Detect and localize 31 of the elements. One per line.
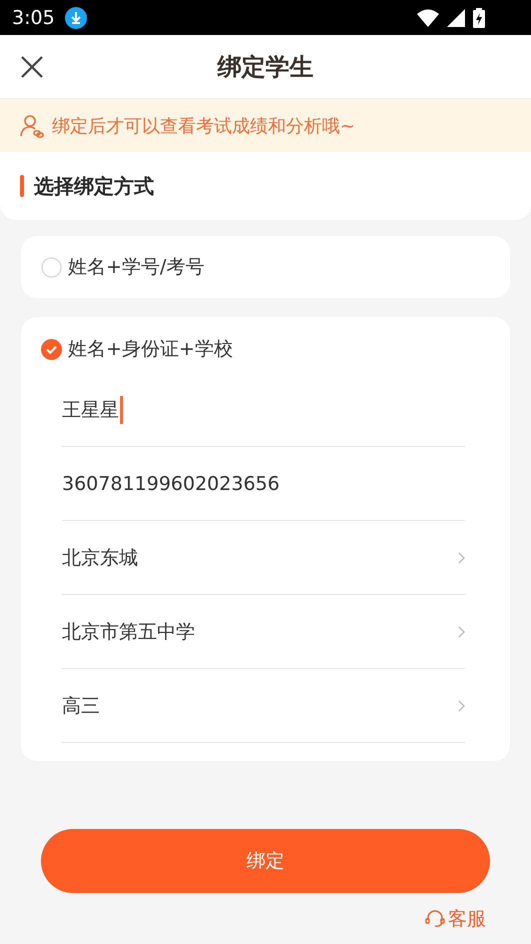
field-value: 北京东城 xyxy=(62,546,138,570)
wifi-icon xyxy=(417,8,439,26)
select-field[interactable]: 高三 xyxy=(62,669,465,743)
option-label: 姓名+身份证+学校 xyxy=(68,337,233,362)
option-card[interactable]: 姓名+学号/考号 xyxy=(21,236,510,298)
section-title: 选择绑定方式 xyxy=(34,172,154,200)
option-card[interactable]: 姓名+身份证+学校 王星星 360781199602023656 北京东城 北京市第五中学 高三 xyxy=(21,317,510,761)
option-label: 姓名+学号/考号 xyxy=(68,255,204,280)
input-field[interactable]: 王星星 xyxy=(62,373,465,447)
select-field[interactable]: 北京东城 xyxy=(62,521,465,595)
headset-icon xyxy=(425,910,445,928)
download-icon xyxy=(64,6,87,28)
field-value: 360781199602023656 xyxy=(62,472,280,494)
field-value: 北京市第五中学 xyxy=(62,620,195,644)
radio-checked[interactable] xyxy=(41,338,62,360)
status-time: 3:05 xyxy=(12,6,55,28)
chevron-right-icon xyxy=(458,626,465,638)
field-value: 高三 xyxy=(62,694,100,718)
field-value: 王星星 xyxy=(62,398,119,422)
signal-icon xyxy=(447,8,465,26)
close-icon[interactable] xyxy=(20,55,44,79)
radio-unchecked[interactable] xyxy=(41,256,62,278)
chevron-right-icon xyxy=(458,552,465,564)
input-field[interactable]: 360781199602023656 xyxy=(62,447,465,521)
chevron-right-icon xyxy=(458,700,465,712)
user-link-icon xyxy=(20,114,44,138)
accent-bar xyxy=(20,175,24,197)
select-field[interactable]: 北京市第五中学 xyxy=(62,595,465,669)
battery-icon xyxy=(473,8,485,28)
notice-text: 绑定后才可以查看考试成绩和分析哦~ xyxy=(52,114,356,138)
page-title: 绑定学生 xyxy=(218,52,314,82)
